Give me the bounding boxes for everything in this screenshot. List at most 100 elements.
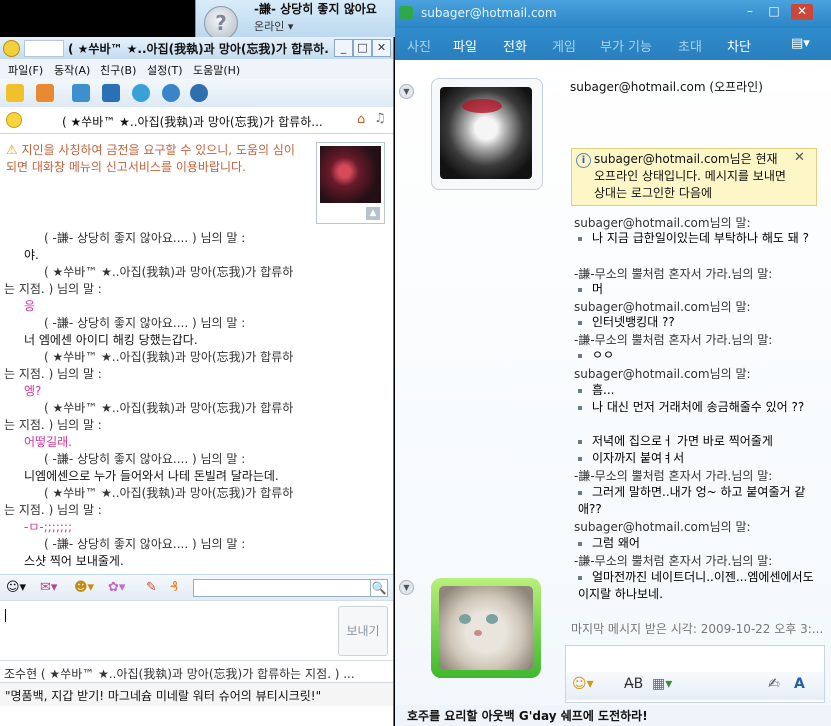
background-nickname: -謙- 상당히 좋지 않아요 <box>254 2 377 16</box>
send-file-icon[interactable] <box>36 84 54 102</box>
msn-message-log[interactable]: subager@hotmail.com님의 말: 나 지금 급한일이있는데 부탁… <box>571 214 821 614</box>
collapse-up-icon[interactable]: ▲ <box>366 207 380 220</box>
message-sender: -謙-무소의 뿔처럼 혼자서 가라.님의 말: <box>574 554 773 568</box>
menu-addons[interactable]: 부가 기능 <box>600 36 652 55</box>
my-avatar-image <box>439 586 533 670</box>
emoticon-icon[interactable]: ☺▾ <box>6 580 26 595</box>
background-image-icon[interactable]: ▦▾ <box>652 676 672 692</box>
nateon-toolbar <box>0 79 393 108</box>
title-name-box <box>24 40 64 57</box>
status-line-text: 조수현 ( ★쑤바™ ★..아집(我執)과 망아(忘我)가 합류하는 지점. )… <box>4 667 355 681</box>
menu-options-icon[interactable]: ▤▾ <box>791 36 810 51</box>
chat-message: 응 <box>24 299 36 313</box>
message-sender: -謙-무소의 뿔처럼 혼자서 가라.님의 말: <box>574 333 773 347</box>
flash-con-icon[interactable]: ☻▾ <box>74 580 94 595</box>
close-notice-icon[interactable]: ✕ <box>794 149 805 166</box>
desktop-background <box>0 0 195 37</box>
nateon-friend-bar: ( ★쑤바™ ★..아집(我執)과 망아(忘我)가 합류하... ⌂ ♫ <box>0 107 393 134</box>
contact-avatar-accent <box>462 99 502 113</box>
menu-game[interactable]: 게임 <box>552 36 576 55</box>
font-icon[interactable]: A <box>794 676 805 692</box>
webcam-icon[interactable] <box>162 84 180 102</box>
nateon-title-bar[interactable]: ( ★쑤바™ ★..아집(我執)과 망아(忘我)가 합류하... _ □ ✕ <box>0 37 393 60</box>
sticker-icon[interactable]: ✉▾ <box>40 580 57 595</box>
menu-file[interactable]: 파일 <box>453 36 477 55</box>
text-style-icon[interactable]: A̶B <box>624 676 643 692</box>
message-sender: subager@hotmail.com님의 말: <box>574 216 751 230</box>
menu-file[interactable]: 파일(F) <box>8 62 43 78</box>
video-call-icon[interactable] <box>132 84 150 102</box>
close-button[interactable]: ✕ <box>372 39 391 57</box>
collapse-icon[interactable]: ▼ <box>399 84 414 99</box>
font-icon[interactable]: ₰ <box>170 580 178 595</box>
nateon-status-line: 조수현 ( ★쑤바™ ★..아집(我執)과 망아(忘我)가 합류하는 지점. )… <box>0 660 393 683</box>
offline-notice-text: subager@hotmail.com님은 현재 오프라인 상태입니다. 메시지… <box>594 152 786 200</box>
picture-icon[interactable] <box>72 84 90 102</box>
message-line: 인터넷뱅킹대 ?? <box>578 314 823 331</box>
menu-block[interactable]: 차단 <box>727 36 751 55</box>
message-line: 흠... <box>578 382 823 399</box>
pen-icon[interactable]: ✎ <box>146 580 157 595</box>
message-sender: subager@hotmail.com님의 말: <box>574 300 751 314</box>
nateon-search-input[interactable] <box>193 579 371 597</box>
menu-call[interactable]: 전화 <box>503 36 527 55</box>
maximize-button[interactable]: □ <box>763 4 785 20</box>
screen-share-icon[interactable] <box>102 84 120 102</box>
msn-message-input[interactable]: ☺▾ A̶B ▦▾ ✍ A <box>565 645 825 703</box>
chat-speaker: ( ★쑤바™ ★..아집(我執)과 망아(忘我)가 합류하는 지점. ) 님의 … <box>4 486 294 517</box>
chat-message: 스샷 찍어 보내줄게. <box>24 554 124 568</box>
chat-speaker: ( -謙- 상당히 좋지 않아요.... ) 님의 말 : <box>44 452 246 466</box>
ad-text[interactable]: "명품백, 지갑 받기! 마그네슘 미네랄 워터 슈어의 뷰티시크릿!" <box>5 687 321 704</box>
menu-settings[interactable]: 설정(T) <box>147 62 183 78</box>
headset-icon[interactable] <box>190 84 208 102</box>
my-avatar[interactable] <box>431 578 541 678</box>
cat-eye-left <box>459 614 471 624</box>
nateon-ad-banner[interactable]: "명품백, 지갑 받기! 마그네슘 미네랄 워터 슈어의 뷰티시크릿!" <box>0 682 393 706</box>
home-icon[interactable]: ⌂ <box>357 112 365 127</box>
menu-invite[interactable]: 초대 <box>678 36 702 55</box>
message-sender: -謙-무소의 뿔처럼 혼자서 가라.님의 말: <box>574 469 773 483</box>
offline-notice: i subager@hotmail.com님은 현재 오프라인 상태입니다. 메… <box>571 148 817 206</box>
background-status[interactable]: 온라인 ▾ <box>254 18 293 34</box>
menu-photo[interactable]: 사진 <box>407 36 431 55</box>
emoticon-icon[interactable]: ☺▾ <box>572 676 594 692</box>
nateon-message-input[interactable]: 보내기 <box>0 600 393 661</box>
contact-avatar[interactable] <box>431 78 543 190</box>
msn-ad-banner[interactable]: 호주를 요리할 아웃백 G'day 쉐프에 도전하라! <box>395 705 831 726</box>
last-received-time: 마지막 메시지 받은 시각: 2009-10-22 오후 3:... <box>571 622 824 636</box>
message-line: 이자까지 붙여ㅕ서 <box>578 450 823 467</box>
music-note-icon[interactable]: ♫ <box>374 111 386 126</box>
warning-text: 지인을 사칭하여 금전을 요구할 수 있으니, 도움의 심이 되면 대화창 메뉴… <box>6 143 295 174</box>
background-messenger-window[interactable]: ? -謙- 상당히 좋지 않아요 온라인 ▾ <box>195 0 396 40</box>
send-button[interactable]: 보내기 <box>338 606 388 656</box>
message-line: 그럼 왜어 <box>578 535 823 552</box>
message-line: 그러게 말하면..내가 엉~ 하고 붙여줄거 같애?? <box>578 485 806 516</box>
chat-speaker: ( -謙- 상당히 좋지 않아요.... ) 님의 말 : <box>44 537 246 551</box>
handwriting-icon[interactable]: ✍ <box>768 676 780 692</box>
menu-friend[interactable]: 친구(B) <box>100 62 136 78</box>
msn-app-icon <box>399 6 413 20</box>
nateon-chat-log[interactable]: ⚠ 지인을 사칭하여 금전을 요구할 수 있으니, 도움의 심이 되면 대화창 … <box>0 134 393 574</box>
ad-text[interactable]: 호주를 요리할 아웃백 G'day 쉐프에 도전하라! <box>407 707 648 724</box>
chat-speaker: ( ★쑤바™ ★..아집(我執)과 망아(忘我)가 합류하는 지점. ) 님의 … <box>4 265 294 296</box>
search-icon[interactable]: 🔍 <box>370 579 388 597</box>
minimize-button[interactable]: – <box>739 4 761 20</box>
message-sender: subager@hotmail.com님의 말: <box>574 367 751 381</box>
message-line: 나 지금 급한일이있는데 부탁하나 해도 돼 ? <box>578 230 823 247</box>
collapse-icon[interactable]: ▼ <box>399 580 414 595</box>
background-icon[interactable]: ✿▾ <box>108 580 125 595</box>
invite-friend-icon[interactable] <box>6 84 24 102</box>
security-warning: ⚠ 지인을 사칭하여 금전을 요구할 수 있으니, 도움의 심이 되면 대화창 … <box>6 142 306 176</box>
msn-title-bar[interactable]: subager@hotmail.com – □ ✕ <box>395 0 831 28</box>
cat-nose <box>474 630 482 636</box>
friend-photo[interactable]: ▲ <box>316 142 385 224</box>
msn-input-toolbar: ☺▾ A̶B ▦▾ ✍ A <box>566 672 824 700</box>
menu-help[interactable]: 도움말(H) <box>193 62 240 78</box>
nateon-menu-bar: 파일(F) 동작(A) 친구(B) 설정(T) 도움말(H) <box>0 59 393 79</box>
close-button[interactable]: ✕ <box>791 4 813 20</box>
friend-nickname: ( ★쑤바™ ★..아집(我執)과 망아(忘我)가 합류하... <box>62 115 323 129</box>
maximize-button[interactable]: □ <box>353 39 372 57</box>
menu-action[interactable]: 동작(A) <box>54 62 90 78</box>
message-sender: -謙-무소의 뿔처럼 혼자서 가라.님의 말: <box>574 267 773 281</box>
minimize-button[interactable]: _ <box>334 39 353 57</box>
